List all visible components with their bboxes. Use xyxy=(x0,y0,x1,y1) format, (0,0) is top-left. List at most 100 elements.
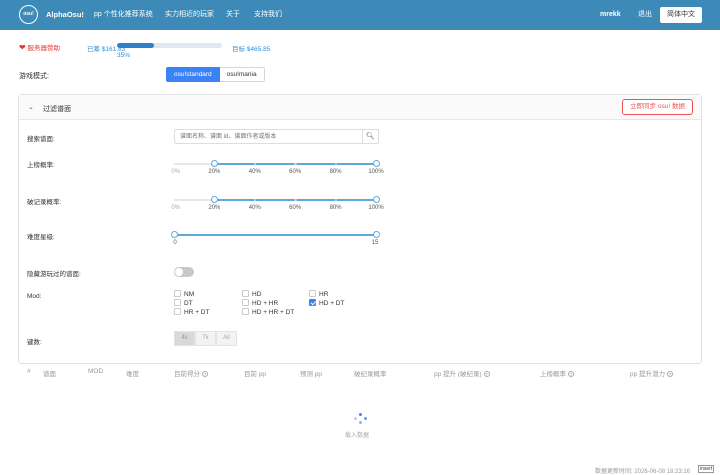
slider-tick-label: 60% xyxy=(289,169,302,175)
col-predicted-pp[interactable]: 预测 pp xyxy=(300,368,322,378)
slider-tick-label: 80% xyxy=(329,169,342,175)
checkbox[interactable] xyxy=(242,299,249,306)
spinner-dot xyxy=(354,417,357,420)
col-pass-rate[interactable]: 上榜概率? xyxy=(540,368,574,378)
col-current-score-label: 目前得分 xyxy=(174,371,200,378)
col-pp-potential[interactable]: pp 提升潜力? xyxy=(630,368,674,378)
mod-option-label: HD + HR xyxy=(252,300,279,307)
mod-option[interactable]: HD xyxy=(242,290,261,298)
hide-played-toggle[interactable] xyxy=(174,267,194,277)
spinner-dot xyxy=(359,421,362,424)
pass-rate-label: 上榜概率: xyxy=(27,162,55,169)
difficulty-max-label: 15 xyxy=(371,240,379,246)
help-icon[interactable]: ? xyxy=(568,371,574,377)
mod-label: Mod: xyxy=(27,293,42,300)
slider-max-handle[interactable] xyxy=(372,231,380,238)
col-current-pp[interactable]: 目前 pp xyxy=(244,368,266,378)
break-rate-slider[interactable]: 0% 20% 40% 60% 80% 100% xyxy=(171,196,384,216)
filter-panel: ⌄ 过滤谱面 立即同步 osu! 数据 搜索谱面: 🔍︎ 上榜概率: 0% 20%… xyxy=(18,94,702,364)
logout-link[interactable]: 退出 xyxy=(638,0,652,30)
mod-option-label: HD xyxy=(252,291,262,298)
search-icon[interactable]: 🔍︎ xyxy=(362,130,378,143)
checkbox[interactable] xyxy=(309,290,316,297)
slider-tick-label: 40% xyxy=(248,169,261,175)
pass-rate-slider[interactable]: 0% 20% 40% 60% 80% 100% xyxy=(171,160,384,180)
help-icon[interactable]: ? xyxy=(667,371,674,377)
mode-selector: osu!standard osu!mania xyxy=(166,67,265,82)
donation-label: 服务器赞助 xyxy=(27,45,61,52)
heart-icon: ❤ xyxy=(19,43,26,52)
mod-option-label: HD + HR + DT xyxy=(252,309,295,316)
username[interactable]: mrekk xyxy=(600,0,621,30)
col-break-rate[interactable]: 破纪录概率 xyxy=(354,368,387,378)
col-pp-gain-break-label: pp 提升 (破纪录) xyxy=(434,371,482,378)
spinner-dot xyxy=(359,413,362,416)
difficulty-slider[interactable]: 0 15 xyxy=(170,231,380,251)
slider-stop xyxy=(334,162,338,165)
col-current-score[interactable]: 目前得分? xyxy=(174,368,208,378)
mod-option-label: HD + DT xyxy=(319,300,345,307)
keys-selector: 4k 7k All xyxy=(174,331,237,346)
toggle-knob xyxy=(175,268,183,276)
mod-option[interactable]: DT xyxy=(174,299,193,307)
slider-stop xyxy=(294,162,297,165)
brand-link[interactable]: AlphaOsu! xyxy=(46,0,84,30)
help-icon[interactable]: ? xyxy=(202,371,208,377)
slider-stop xyxy=(294,198,297,201)
mode-osu-mania[interactable]: osu!mania xyxy=(219,67,265,82)
key-7k[interactable]: 7k xyxy=(195,331,216,346)
mod-option-label: HR + DT xyxy=(184,309,210,316)
slider-max-handle[interactable] xyxy=(372,160,380,167)
slider-min-handle[interactable] xyxy=(210,160,218,167)
slider-tick-label: 20% xyxy=(208,169,221,175)
loading-text: 载入数据 xyxy=(345,433,370,439)
checkbox[interactable] xyxy=(174,290,181,297)
slider-tick-label: 20% xyxy=(208,205,221,211)
keys-label: 键数: xyxy=(27,339,42,346)
donation-link[interactable]: ❤ 服务器赞助 xyxy=(19,42,60,52)
chevron-down-icon[interactable]: ⌄ xyxy=(28,103,34,111)
checkbox[interactable] xyxy=(309,299,316,306)
language-button[interactable]: 简体中文 xyxy=(660,7,702,23)
difficulty-min-label: 0 xyxy=(173,240,177,246)
search-input[interactable] xyxy=(175,130,362,143)
col-difficulty[interactable]: 难度 xyxy=(126,368,139,378)
sync-osu-data-button[interactable]: 立即同步 osu! 数据 xyxy=(622,99,693,115)
mod-option-label: NM xyxy=(184,291,195,298)
osu-logo[interactable]: osu! xyxy=(19,5,38,24)
checkbox[interactable] xyxy=(174,299,181,306)
slider-min-handle[interactable] xyxy=(210,196,218,203)
top-navbar: osu! AlphaOsu! pp 个性化推荐系统 实力相近的玩家 关于 支持我… xyxy=(0,0,720,30)
nav-similar-players[interactable]: 实力相近的玩家 xyxy=(165,0,214,30)
mod-option[interactable]: HR xyxy=(309,290,328,298)
checkbox[interactable] xyxy=(242,290,249,297)
search-box: 🔍︎ xyxy=(174,129,379,144)
checkbox[interactable] xyxy=(174,308,181,315)
slider-min-handle[interactable] xyxy=(170,231,178,238)
mode-osu-standard[interactable]: osu!standard xyxy=(166,67,220,82)
mod-option[interactable]: HD + HR xyxy=(242,299,278,307)
mod-option[interactable]: HD + HR + DT xyxy=(242,308,294,316)
slider-tick-label: 100% xyxy=(368,169,384,175)
donation-progress-percent: 35% xyxy=(117,52,131,59)
nav-support[interactable]: 支持我们 xyxy=(254,0,282,30)
footer-badge: insert xyxy=(698,465,715,473)
mod-option[interactable]: HD + DT xyxy=(309,299,344,307)
mod-option[interactable]: HR + DT xyxy=(174,308,209,316)
col-beatmap[interactable]: 谱面 xyxy=(43,368,56,378)
mod-option[interactable]: NM xyxy=(174,290,194,298)
nav-about[interactable]: 关于 xyxy=(226,0,240,30)
filter-panel-header[interactable]: ⌄ 过滤谱面 立即同步 osu! 数据 xyxy=(19,95,701,120)
break-rate-label: 破记录概率: xyxy=(27,199,62,206)
checkbox[interactable] xyxy=(242,308,249,315)
spinner-dot xyxy=(364,417,367,420)
nav-recommend[interactable]: pp 个性化推荐系统 xyxy=(94,0,153,30)
col-mod[interactable]: MOD xyxy=(88,368,103,375)
donation-goal: 目标 $465.85 xyxy=(232,46,271,53)
slider-max-handle[interactable] xyxy=(372,196,380,203)
key-4k[interactable]: 4k xyxy=(174,331,195,346)
key-all[interactable]: All xyxy=(216,331,237,346)
difficulty-label: 难度星级: xyxy=(27,234,55,241)
col-pp-gain-break[interactable]: pp 提升 (破纪录)? xyxy=(434,368,490,378)
help-icon[interactable]: ? xyxy=(483,371,490,377)
